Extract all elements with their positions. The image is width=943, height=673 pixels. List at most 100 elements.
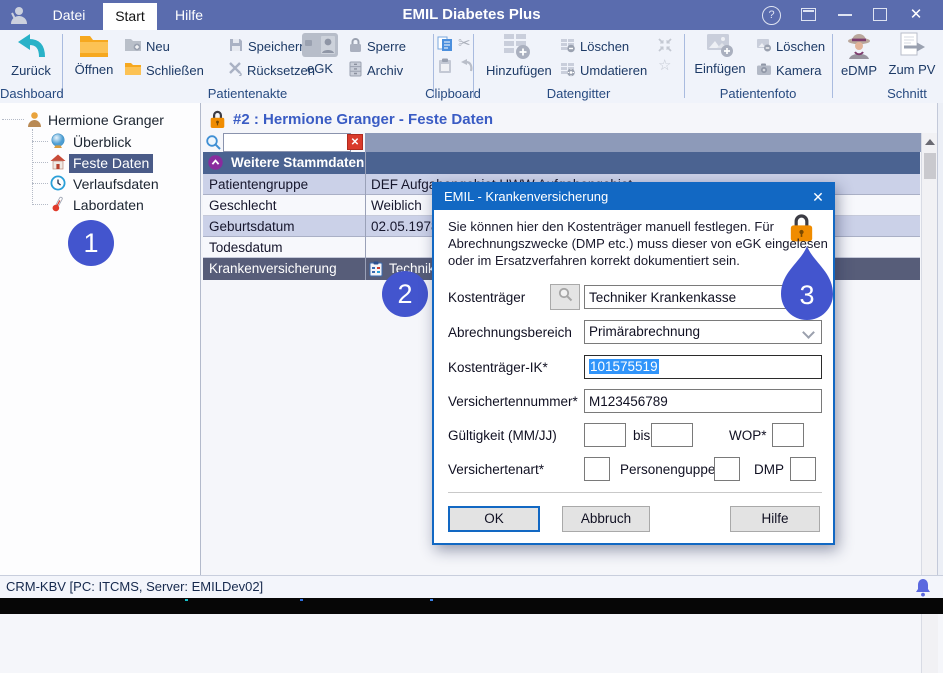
dmp-input[interactable]	[790, 457, 816, 481]
grid-delete-icon	[560, 37, 576, 56]
copy-icon[interactable]	[437, 36, 453, 57]
feste-daten-icon	[50, 154, 66, 175]
verlaufsdaten-icon	[50, 175, 66, 196]
chevron-down-icon	[802, 326, 815, 339]
kostentraeger-ik-input[interactable]: 101575519	[584, 355, 822, 379]
bis-label: bis	[633, 428, 650, 443]
sperre-button[interactable]: Sperre	[348, 36, 406, 56]
tree-item-labordaten[interactable]: Labordaten	[73, 196, 144, 215]
versichertenart-input[interactable]	[584, 457, 610, 481]
cut-icon[interactable]: ✂	[458, 34, 471, 52]
dialog-separator	[448, 492, 822, 493]
group-label-patientenfoto: Patientenfoto	[684, 86, 832, 101]
minimize-icon[interactable]	[838, 14, 852, 16]
gueltigkeit-von-input[interactable]	[584, 423, 626, 447]
camera-icon	[756, 62, 772, 79]
versichertennummer-label: Versichertennummer*	[448, 394, 578, 409]
tree-connector	[32, 204, 48, 205]
step-badge-1: 1	[68, 220, 114, 266]
ribbon: Zurück Dashboard Öffnen Neu Schließen Sp…	[0, 30, 943, 104]
back-icon	[16, 48, 46, 63]
zum-pv-button[interactable]: Zum PV	[886, 32, 938, 77]
statusbar: CRM-KBV [PC: ITCMS, Server: EMILDev02]	[0, 575, 943, 598]
archiv-button[interactable]: Archiv	[348, 60, 403, 80]
taskbar-speck	[430, 599, 433, 601]
dialog-close-icon[interactable]: ✕	[806, 184, 830, 210]
section-header-row[interactable]: Weitere Stammdaten	[203, 152, 920, 174]
record-title: #2 : Hermione Granger - Feste Daten	[233, 111, 493, 128]
undo-icon[interactable]	[458, 58, 474, 79]
dialog-intro-line: oder im Ersatzverfahren korrekt dokument…	[448, 252, 740, 269]
neu-button[interactable]: Neu	[124, 36, 170, 56]
maximize-icon[interactable]	[873, 8, 887, 21]
speichern-button[interactable]: Speichern	[228, 36, 307, 56]
tree-connector	[2, 119, 24, 120]
close-icon[interactable]: ✕	[906, 0, 926, 30]
gueltigkeit-bis-input[interactable]	[651, 423, 693, 447]
edmp-woman-icon	[846, 48, 872, 63]
hilfe-button[interactable]: Hilfe	[730, 506, 820, 532]
einfuegen-button[interactable]: Einfügen	[692, 32, 748, 76]
loeschen-gitter-button[interactable]: Löschen	[560, 36, 629, 56]
step-badge-3: 3	[781, 246, 833, 320]
egk-button[interactable]: eGK	[298, 32, 342, 76]
taskbar-speck	[185, 599, 188, 601]
close-folder-icon	[124, 62, 142, 79]
favorite-star-icon[interactable]: ☆	[658, 58, 671, 74]
gueltigkeit-label: Gültigkeit (MM/JJ)	[448, 428, 557, 443]
paste-icon[interactable]	[437, 58, 453, 79]
clear-filter-icon[interactable]: ✕	[347, 134, 363, 150]
group-label-datengitter: Datengitter	[473, 86, 684, 101]
chevron-up-icon[interactable]	[208, 155, 223, 173]
personengruppe-label: Personenguppe	[620, 462, 715, 477]
tree-item-verlaufsdaten[interactable]: Verlaufsdaten	[73, 175, 159, 194]
edmp-button[interactable]: eDMP	[838, 32, 880, 78]
dialog-intro-line: Sie können hier den Kostenträger manuell…	[448, 218, 774, 235]
versichertennummer-input[interactable]	[584, 389, 822, 413]
personengruppe-input[interactable]	[714, 457, 740, 481]
selected-text: 101575519	[589, 359, 659, 374]
insurance-card-icon	[369, 261, 383, 280]
window-edge	[937, 103, 943, 575]
abrechnungsbereich-select[interactable]: Primärabrechnung	[584, 320, 822, 344]
photo-delete-icon	[756, 38, 772, 55]
app-logo-icon	[7, 4, 29, 31]
help-icon[interactable]: ?	[762, 6, 781, 25]
new-folder-icon	[124, 37, 142, 55]
filter-input[interactable]	[223, 133, 351, 152]
save-icon	[228, 37, 244, 56]
ok-button[interactable]: OK	[448, 506, 540, 532]
health-card-icon	[301, 46, 339, 61]
connection-status: CRM-KBV [PC: ITCMS, Server: EMILDev02]	[0, 576, 943, 598]
scrollbar-thumb[interactable]	[924, 153, 936, 179]
loeschen-foto-button[interactable]: Löschen	[756, 36, 825, 56]
umdatieren-button[interactable]: Umdatieren	[560, 60, 647, 80]
tab-datei[interactable]: Datei	[36, 0, 102, 30]
collapse-grid-icon[interactable]	[658, 38, 672, 57]
ribbon-collapse-icon[interactable]	[801, 8, 816, 21]
abbruch-button[interactable]: Abbruch	[562, 506, 650, 532]
oeffnen-button[interactable]: Öffnen	[66, 32, 122, 77]
group-label-schnitt: Schnitt	[876, 86, 938, 101]
tab-hilfe[interactable]: Hilfe	[158, 0, 220, 30]
schliessen-button[interactable]: Schließen	[124, 60, 204, 80]
scroll-up-icon[interactable]	[925, 139, 935, 145]
tree-connector	[32, 162, 48, 163]
labordaten-icon	[50, 196, 66, 217]
tree-item-patient[interactable]: Hermione Granger	[48, 111, 164, 130]
versichertenart-label: Versichertenart*	[448, 462, 544, 477]
abrechnungsbereich-label: Abrechnungsbereich	[448, 325, 572, 340]
kamera-button[interactable]: Kamera	[756, 60, 822, 80]
tree-item-feste-daten[interactable]: Feste Daten	[69, 154, 153, 173]
kostentraeger-search-button[interactable]	[550, 284, 580, 310]
group-label-patientenakte: Patientenakte	[62, 86, 433, 101]
record-lock-icon	[209, 109, 226, 135]
tree-item-ueberblick[interactable]: Überblick	[73, 133, 131, 152]
taskbar-speck	[300, 599, 303, 601]
wop-input[interactable]	[772, 423, 804, 447]
zurueck-button[interactable]: Zurück	[2, 32, 60, 78]
patient-tree-sidebar: Hermione Granger Überblick Feste Daten V…	[0, 103, 200, 575]
open-folder-icon	[78, 47, 110, 62]
tab-start[interactable]: Start	[103, 3, 157, 30]
hinzufuegen-button[interactable]: Hinzufügen	[486, 32, 548, 78]
